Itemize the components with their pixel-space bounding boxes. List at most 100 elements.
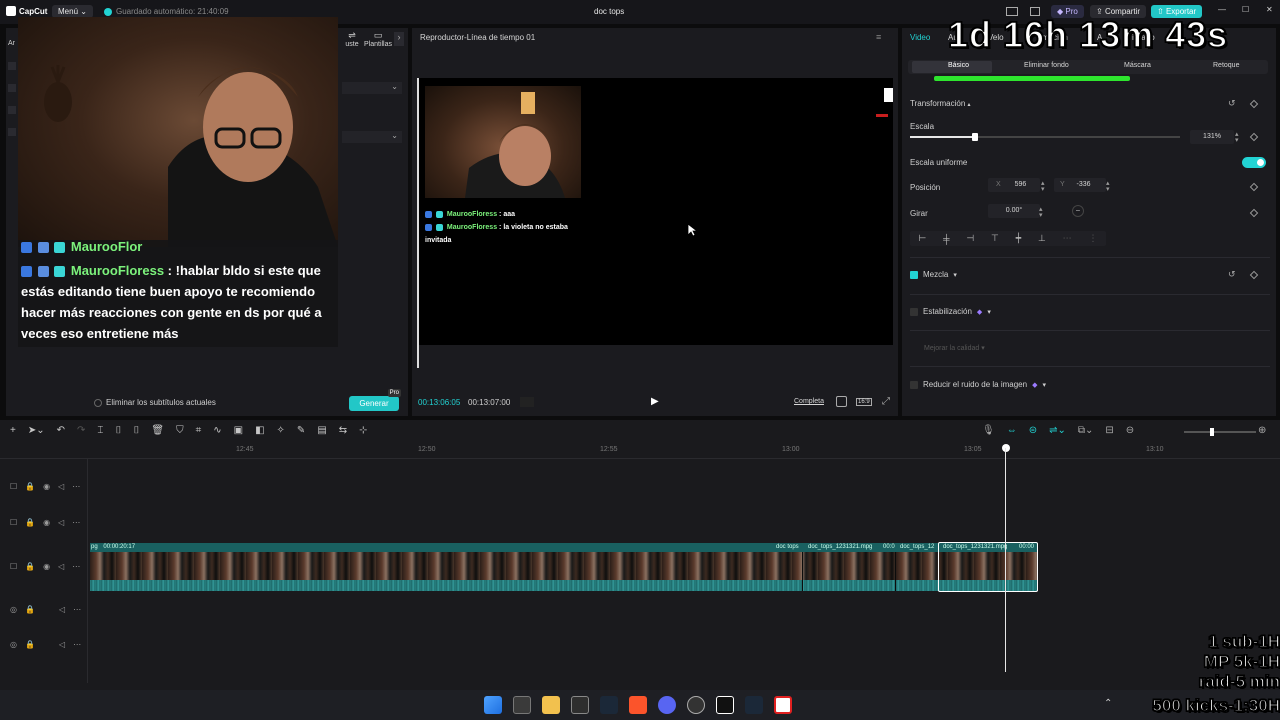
tab-video[interactable]: Video	[910, 33, 930, 42]
checkbox[interactable]	[94, 398, 102, 407]
aspect-ratio-button[interactable]: 16:9	[856, 398, 872, 406]
playhead-line[interactable]	[1005, 448, 1006, 672]
stabilize-section[interactable]: Estabilización ◆ ▾	[910, 307, 991, 316]
volume-icon[interactable]: ◁	[59, 605, 65, 614]
volume-icon[interactable]: ◁	[58, 562, 64, 571]
capcut-taskbar-icon[interactable]	[716, 696, 734, 714]
lock-icon[interactable]: 🔒	[25, 562, 35, 571]
brave-icon[interactable]	[629, 696, 647, 714]
dropdown-2[interactable]: ⌄	[342, 131, 402, 143]
align-top-icon[interactable]: ⊤	[991, 233, 999, 244]
volume-icon[interactable]: ◁	[59, 640, 65, 649]
more-icon[interactable]: ⋯	[72, 562, 80, 571]
caption-track-icon[interactable]: ⊟	[1105, 425, 1113, 436]
play-icon[interactable]: ▶	[651, 396, 659, 407]
mic-icon[interactable]: 🎙	[982, 425, 995, 436]
eye-icon[interactable]: ◉	[43, 518, 50, 527]
app-icon[interactable]	[571, 696, 589, 714]
file-explorer-icon[interactable]	[542, 696, 560, 714]
scale-slider[interactable]	[910, 133, 1180, 141]
keyframe-icon[interactable]	[1249, 208, 1259, 218]
discord-icon[interactable]	[658, 696, 676, 714]
align-left-icon[interactable]: ⊢	[918, 233, 926, 244]
lock-icon[interactable]: 🔒	[25, 605, 35, 614]
steam-icon[interactable]	[600, 696, 618, 714]
linkage-icon[interactable]: ⇌⌄	[1049, 425, 1066, 436]
timeline-ruler[interactable]: 12:45 12:50 12:55 13:00 13:05 13:10	[90, 444, 1280, 458]
keyframe-icon[interactable]	[1249, 182, 1259, 192]
speed-icon[interactable]: ⊹	[359, 425, 367, 436]
zoom-in-icon[interactable]: ⊕	[1258, 425, 1266, 436]
generate-button[interactable]: Generar Pro	[349, 389, 401, 411]
zoom-slider[interactable]	[1184, 428, 1256, 436]
position-y-stepper[interactable]: ▴ ▾	[1106, 180, 1110, 193]
eye-icon[interactable]: ◉	[43, 482, 50, 491]
magic-icon[interactable]: ✧	[277, 425, 285, 436]
more-icon[interactable]: ⋯	[72, 518, 80, 527]
distribute-h-icon[interactable]: ⋯	[1063, 233, 1072, 244]
redo-icon[interactable]: ↷	[77, 425, 85, 436]
split-right-icon[interactable]: ⌷	[133, 425, 139, 436]
terminal-icon[interactable]	[513, 696, 531, 714]
tab-templates[interactable]: ▭ Plantillas	[360, 30, 396, 48]
blend-section[interactable]: Mezcla ▾	[910, 270, 957, 279]
reset-icon[interactable]: ↺	[1228, 269, 1236, 280]
maximize-button[interactable]: ☐	[1242, 5, 1249, 14]
split-left-icon[interactable]: ⌷	[115, 425, 121, 436]
uniform-scale-toggle[interactable]	[1242, 157, 1266, 168]
side-icon-1[interactable]	[8, 62, 16, 70]
lock-icon[interactable]: 🔒	[25, 640, 35, 649]
zoom-slider-knob[interactable]	[1210, 428, 1214, 436]
steam-icon-2[interactable]	[745, 696, 763, 714]
remove-subtitles-option[interactable]: Eliminar los subtítulos actuales	[94, 398, 216, 407]
split-icon[interactable]: ⌶	[97, 425, 103, 436]
side-icon-3[interactable]	[8, 106, 16, 114]
scale-slider-knob[interactable]	[971, 133, 978, 141]
scale-input[interactable]: 131%	[1190, 130, 1234, 144]
keyframe-icon[interactable]	[1249, 99, 1259, 109]
selected-clip-outline[interactable]	[938, 542, 1038, 592]
denoise-checkbox[interactable]	[910, 380, 918, 389]
close-button[interactable]: ✕	[1266, 5, 1273, 14]
track-box-icon[interactable]: ☐	[10, 518, 17, 527]
align-right-icon[interactable]: ⊣	[966, 233, 974, 244]
volume-icon[interactable]: ◁	[58, 482, 64, 491]
blend-checkbox[interactable]	[910, 270, 918, 279]
magnet-icon[interactable]: ⊜	[1029, 425, 1037, 436]
lock-icon[interactable]: 🔒	[25, 482, 35, 491]
lock-icon[interactable]: 🔒	[25, 518, 35, 527]
subtab-mask[interactable]: Máscara	[1124, 62, 1151, 69]
delete-icon[interactable]: 🗑	[151, 425, 164, 436]
curve-icon[interactable]: ∿	[213, 425, 221, 436]
denoise-section[interactable]: Reducir el ruido de la imagen ◆ ▾	[910, 380, 1046, 389]
side-icon-4[interactable]	[8, 128, 16, 136]
menu-icon[interactable]: ≡	[876, 32, 881, 42]
scale-stepper[interactable]: ▴ ▾	[1235, 131, 1239, 144]
rotate-input[interactable]: 0.00°	[988, 204, 1040, 218]
app-icon-2[interactable]	[774, 696, 792, 714]
freeze-icon[interactable]: ▣	[234, 425, 243, 436]
obs-icon[interactable]	[687, 696, 705, 714]
align-center-h-icon[interactable]: ╪	[943, 234, 949, 244]
transform-section[interactable]: Transformación ▴	[910, 99, 971, 108]
dropdown-1[interactable]: ⌄	[342, 82, 402, 94]
windows-start-icon[interactable]	[484, 696, 502, 714]
playhead-handle[interactable]	[1002, 444, 1010, 452]
subtab-basic[interactable]: Básico	[948, 62, 969, 69]
position-x-stepper[interactable]: ▴ ▾	[1041, 180, 1045, 193]
volume-icon[interactable]: ◁	[58, 518, 64, 527]
main-video-clip[interactable]: pg 00:00:20:17 doc tops doc_tops_1231321…	[90, 543, 1038, 591]
position-y-input[interactable]: Y -336	[1054, 178, 1106, 192]
quality-full-button[interactable]: Completa	[794, 398, 824, 405]
align-center-v-icon[interactable]: ┿	[1016, 233, 1021, 244]
link-main-icon[interactable]: ⇔	[1007, 425, 1017, 436]
more-icon[interactable]: ⋯	[72, 482, 80, 491]
ai-edit-icon[interactable]: ✎	[297, 425, 305, 436]
audio-track-icon[interactable]: ◎	[10, 605, 17, 614]
more-icon[interactable]: ⋯	[73, 605, 81, 614]
panel-collapse-icon[interactable]: ›	[394, 32, 404, 46]
zoom-out-icon[interactable]: ⊖	[1126, 425, 1134, 436]
waveform-icon[interactable]	[520, 397, 534, 407]
add-icon[interactable]: +	[10, 425, 16, 436]
select-cursor-icon[interactable]: ➤⌄	[28, 425, 45, 436]
